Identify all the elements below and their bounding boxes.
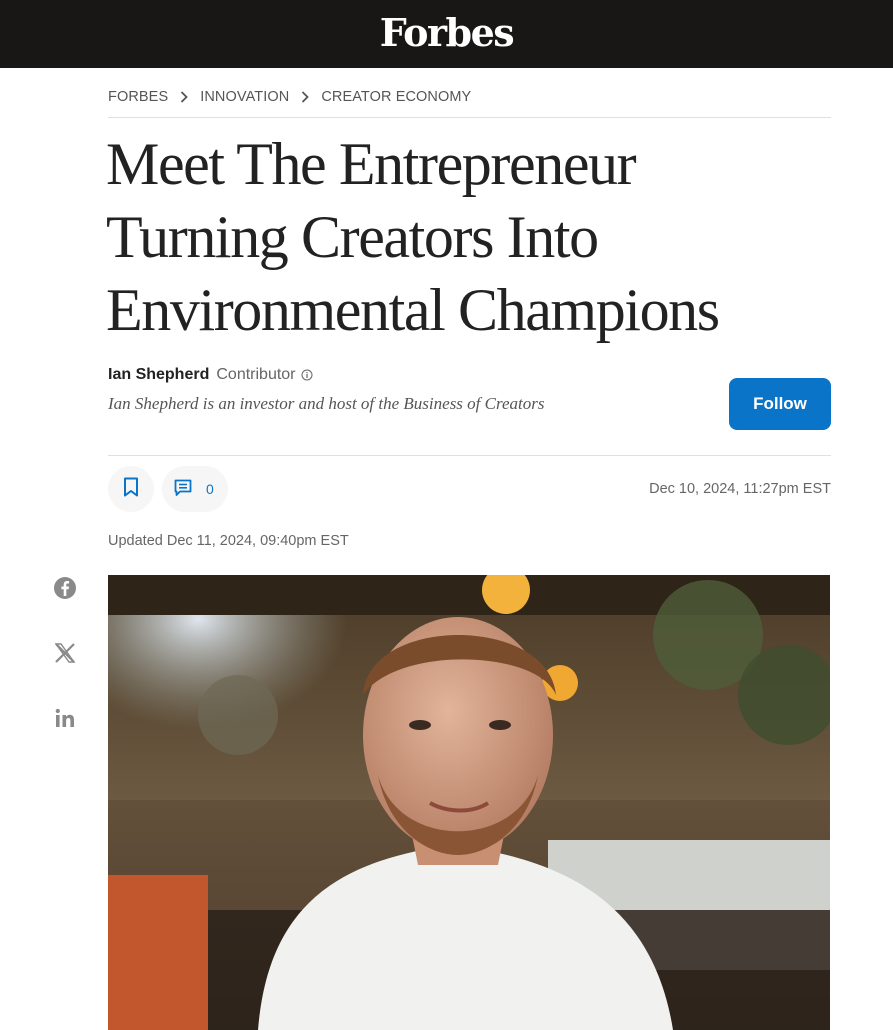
author-name[interactable]: Ian Shepherd: [108, 366, 209, 384]
breadcrumb-creator-economy[interactable]: CREATOR ECONOMY: [321, 89, 471, 105]
author-bio: Ian Shepherd is an investor and host of …: [108, 394, 545, 413]
breadcrumb-innovation[interactable]: INNOVATION: [200, 89, 289, 105]
comment-icon: [174, 479, 192, 500]
headline-line: Turning Creators Into: [106, 204, 599, 270]
hero-image: [108, 575, 830, 1030]
facebook-icon: [53, 576, 77, 605]
comments-button[interactable]: 0: [162, 466, 228, 512]
author-role: Contributor: [216, 366, 296, 383]
breadcrumb-forbes[interactable]: FORBES: [108, 89, 168, 105]
breadcrumb: FORBES INNOVATION CREATOR ECONOMY: [108, 88, 831, 118]
article-headline: Meet The Entrepreneur Turning Creators I…: [106, 128, 836, 347]
x-icon: [54, 642, 76, 669]
chevron-right-icon: [180, 90, 189, 103]
info-icon[interactable]: [301, 369, 313, 381]
site-header: Forbes: [0, 0, 893, 68]
bookmark-button[interactable]: [108, 466, 154, 512]
article-actions: 0 Dec 10, 2024, 11:27pm EST: [108, 466, 831, 512]
share-x-button[interactable]: [50, 640, 80, 670]
bookmark-icon: [123, 477, 139, 502]
linkedin-icon: [54, 707, 76, 734]
headline-line: Meet The Entrepreneur: [106, 131, 637, 197]
follow-button[interactable]: Follow: [729, 378, 831, 430]
updated-date: Updated Dec 11, 2024, 09:40pm EST: [108, 533, 349, 549]
publish-date: Dec 10, 2024, 11:27pm EST: [649, 481, 831, 497]
chevron-right-icon: [301, 90, 310, 103]
share-facebook-button[interactable]: [50, 575, 80, 605]
comment-count: 0: [206, 481, 214, 497]
forbes-logo[interactable]: Forbes: [380, 10, 515, 55]
headline-line: Environmental Champions: [106, 277, 720, 343]
author-line: Ian Shepherd Contributor: [108, 366, 831, 384]
share-linkedin-button[interactable]: [50, 705, 80, 735]
author-block: Ian Shepherd Contributor Ian Shepherd is…: [108, 366, 831, 456]
